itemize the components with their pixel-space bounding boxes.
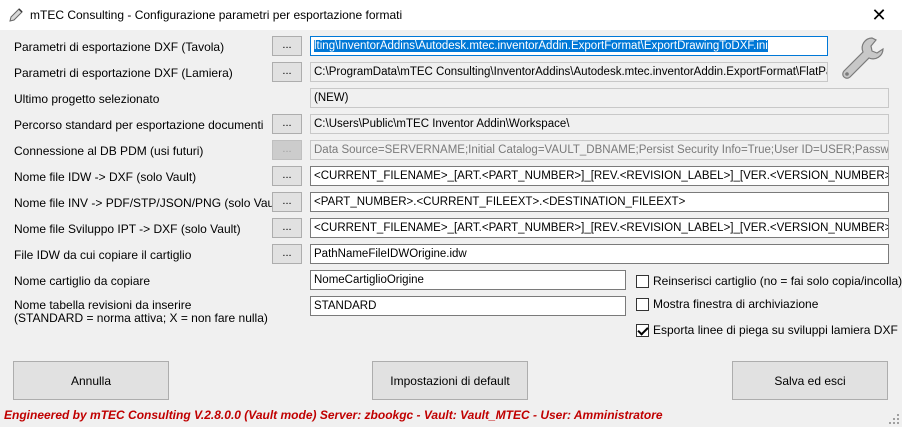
ipt-dxf-filename-field[interactable]: <CURRENT_FILENAME>_[ART.<PART_NUMBER>]_[… <box>310 218 889 238</box>
resize-grip-icon[interactable] <box>888 413 900 425</box>
idw-titleblock-source-field[interactable]: PathNameFileIDWOrigine.idw <box>310 244 889 264</box>
close-button[interactable]: ✕ <box>856 0 902 30</box>
titleblock-name-field[interactable]: NomeCartiglioOrigine <box>310 270 626 290</box>
edit-inv-pdf-filename-button[interactable]: ... <box>272 192 302 212</box>
reinsert-titleblock-checkbox[interactable]: Reinserisci cartiglio (no = fai solo cop… <box>636 274 902 288</box>
last-project-field[interactable]: (NEW) <box>310 88 889 108</box>
label-revision-table-hint: (STANDARD = norma attiva; X = non fare n… <box>14 311 268 325</box>
edit-ipt-dxf-filename-button[interactable]: ... <box>272 218 302 238</box>
dxf-drawing-params-field[interactable]: lting\InventorAddins\Autodesk.mtec.inven… <box>310 36 828 56</box>
label-dxf-sheetmetal-params: Parametri di esportazione DXF (Lamiera) <box>14 66 233 80</box>
label-titleblock-name: Nome cartiglio da copiare <box>14 274 151 288</box>
checkbox-label: Mostra finestra di archiviazione <box>653 297 819 311</box>
label-revision-table: Nome tabella revisioni da inserire <box>14 298 192 312</box>
edit-idw-dxf-filename-button[interactable]: ... <box>272 166 302 186</box>
browse-idw-titleblock-button[interactable]: ... <box>272 244 302 264</box>
idw-dxf-filename-field[interactable]: <CURRENT_FILENAME>_[ART.<PART_NUMBER>]_[… <box>310 166 889 186</box>
label-idw-titleblock-source: File IDW da cui copiare il cartiglio <box>14 248 192 262</box>
label-idw-dxf-filename: Nome file IDW -> DXF (solo Vault) <box>14 170 197 184</box>
browse-pdm-connection-button: ... <box>272 140 302 160</box>
export-path-field[interactable]: C:\Users\Public\mTEC Inventor Addin\Work… <box>310 114 889 134</box>
export-bend-lines-checkbox[interactable]: Esporta linee di piega su sviluppi lamie… <box>636 323 898 337</box>
browse-export-path-button[interactable]: ... <box>272 114 302 134</box>
revision-table-field[interactable]: STANDARD <box>310 296 626 316</box>
inv-pdf-filename-field[interactable]: <PART_NUMBER>.<CURRENT_FILEEXT>.<DESTINA… <box>310 192 889 212</box>
dxf-sheetmetal-params-field[interactable]: C:\ProgramData\mTEC Consulting\InventorA… <box>310 62 828 82</box>
checkbox-label: Esporta linee di piega su sviluppi lamie… <box>653 323 898 337</box>
window-title: mTEC Consulting - Configurazione paramet… <box>30 8 403 22</box>
status-bar-text: Engineered by mTEC Consulting V.2.8.0.0 … <box>4 408 663 422</box>
save-and-exit-button[interactable]: Salva ed esci <box>732 361 888 400</box>
title-bar: mTEC Consulting - Configurazione paramet… <box>0 0 902 30</box>
wrench-icon <box>842 37 884 79</box>
label-last-project: Ultimo progetto selezionato <box>14 92 160 106</box>
label-dxf-drawing-params: Parametri di esportazione DXF (Tavola) <box>14 40 225 54</box>
checkbox-box[interactable] <box>636 274 649 288</box>
checkbox-box[interactable] <box>636 297 649 311</box>
pdm-connection-field: Data Source=SERVERNAME;Initial Catalog=V… <box>310 140 889 160</box>
close-icon: ✕ <box>871 4 887 25</box>
show-archive-window-checkbox[interactable]: Mostra finestra di archiviazione <box>636 297 818 311</box>
cancel-button[interactable]: Annulla <box>13 361 169 400</box>
checkbox-label: Reinserisci cartiglio (no = fai solo cop… <box>653 274 902 288</box>
label-export-path: Percorso standard per esportazione docum… <box>14 118 264 132</box>
browse-dxf-drawing-button[interactable]: ... <box>272 36 302 56</box>
pen-nib-icon <box>9 8 23 22</box>
label-inv-pdf-filename: Nome file INV -> PDF/STP/JSON/PNG (solo … <box>14 196 285 210</box>
default-settings-button[interactable]: Impostazioni di default <box>372 361 528 400</box>
label-ipt-dxf-filename: Nome file Sviluppo IPT -> DXF (solo Vaul… <box>14 222 241 236</box>
checkbox-box[interactable] <box>636 323 649 337</box>
browse-dxf-sheetmetal-button[interactable]: ... <box>272 62 302 82</box>
label-pdm-connection: Connessione al DB PDM (usi futuri) <box>14 144 204 158</box>
